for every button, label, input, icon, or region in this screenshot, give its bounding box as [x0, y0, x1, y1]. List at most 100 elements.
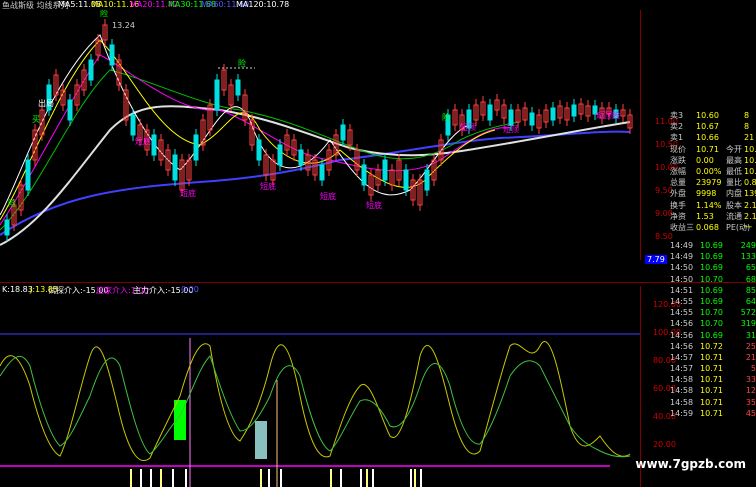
- ma10-line: [0, 39, 496, 221]
- quote-row: 涨幅 0.00% 最低10.6: [670, 166, 756, 177]
- tick-time: 14:59: [670, 408, 694, 418]
- candle-body: [550, 107, 556, 121]
- candle-body: [151, 134, 157, 156]
- signal-bar: [340, 469, 342, 487]
- short-top-label-3: 短顶: [596, 110, 612, 120]
- signal-bar: [160, 469, 162, 487]
- tick-price: 10.69: [700, 252, 723, 262]
- tick-time: 14:55: [670, 296, 694, 306]
- candle-body: [172, 154, 178, 181]
- k-line: [0, 341, 631, 462]
- short-top-label-2: 短顶: [460, 122, 476, 132]
- tick-time: 14:49: [670, 252, 694, 262]
- quote-label: 卖1: [670, 133, 684, 143]
- tick-row[interactable]: 14:49 10.69 133: [670, 251, 756, 262]
- quote-row: 总量 23979 量比 0.8: [670, 177, 756, 188]
- candle-body: [403, 169, 409, 191]
- top-signal-label-3: 险: [612, 110, 620, 120]
- tick-row[interactable]: 14:58 10.71 33: [670, 374, 756, 385]
- signal-bar: [360, 469, 362, 487]
- candlestick-chart[interactable]: 13.24 出局 买 险 险 险 险 险 短底 短底 短底 短底 短底 短顶 短…: [0, 10, 640, 260]
- tick-price: 10.71: [700, 364, 723, 374]
- peak-label: 13.24: [112, 21, 135, 30]
- quote-label: 收益三: [670, 222, 694, 232]
- candle-body: [214, 79, 220, 111]
- ma60-line: [0, 130, 631, 236]
- buy-signal-label: 买: [32, 115, 40, 124]
- candle-body: [277, 144, 283, 166]
- quote-volume: 21: [744, 133, 755, 143]
- tick-price: 10.72: [700, 341, 723, 351]
- bottom-signal-label: 险: [8, 198, 16, 208]
- tick-time: 14:56: [670, 330, 694, 340]
- quote-extra-label: 股本: [726, 200, 742, 210]
- quote-label: 卖2: [670, 122, 684, 132]
- indicator-chart[interactable]: [0, 286, 640, 487]
- quote-label: 净资: [670, 211, 686, 221]
- tick-volume: 12: [745, 386, 756, 396]
- signal-bar: [268, 469, 270, 487]
- quote-row: 换手 1.14% 股本2.10: [670, 200, 756, 211]
- tick-volume: 21: [745, 352, 756, 362]
- tick-row[interactable]: 14:56 10.72 25: [670, 341, 756, 352]
- tick-time: 14:57: [670, 352, 694, 362]
- candle-body: [256, 139, 262, 161]
- tick-price: 10.69: [700, 263, 723, 273]
- tick-price: 10.70: [700, 308, 723, 318]
- tick-time: 14:50: [670, 263, 694, 273]
- tick-price: 10.71: [700, 408, 723, 418]
- tick-row[interactable]: 14:58 10.71 35: [670, 397, 756, 408]
- tick-volume: 572: [740, 308, 756, 318]
- tick-row[interactable]: 14:50 10.70 68: [670, 274, 756, 285]
- quote-value: 0.068: [696, 222, 719, 232]
- tick-row[interactable]: 14:59 10.71 45: [670, 408, 756, 419]
- quote-label: 外盘: [670, 189, 686, 199]
- signal-bar: [130, 469, 132, 487]
- candle-body: [4, 219, 10, 236]
- tick-row[interactable]: 14:58 10.71 12: [670, 385, 756, 396]
- tick-price: 10.71: [700, 386, 723, 396]
- ind-tick-20: 20.00: [653, 440, 676, 449]
- tick-price: 10.69: [700, 330, 723, 340]
- quote-extra-value: 1398: [744, 189, 756, 199]
- signal-bar: [280, 469, 282, 487]
- tick-row[interactable]: 14:51 10.69 85: [670, 285, 756, 296]
- quote-row: 卖2 10.67 8: [670, 121, 756, 132]
- quote-extra-label: 流通: [726, 211, 742, 221]
- tick-row[interactable]: 14:56 10.69 31: [670, 330, 756, 341]
- candle-body: [340, 124, 346, 141]
- tick-row[interactable]: 14:55 10.69 64: [670, 296, 756, 307]
- tick-row[interactable]: 14:57 10.71 21: [670, 352, 756, 363]
- tick-row[interactable]: 14:49 10.69 249: [670, 240, 756, 251]
- tick-row[interactable]: 14:56 10.70 319: [670, 318, 756, 329]
- quote-extra-label: 最低: [726, 166, 742, 176]
- quote-row: 收益三 0.068 PE(动) 一: [670, 222, 756, 233]
- tick-volume: 31: [745, 330, 756, 340]
- quote-extra-label: 内盘: [726, 189, 742, 199]
- main-force-bar: [255, 421, 267, 459]
- hold-signal-label: 险: [442, 112, 450, 122]
- tick-row[interactable]: 14:55 10.70 572: [670, 307, 756, 318]
- signal-bar: [410, 469, 412, 487]
- tick-row[interactable]: 14:57 10.71 5: [670, 363, 756, 374]
- candle-body: [319, 164, 325, 181]
- ma-legend-bar: 鱼战斯级 均线系列 MA5:11.08 MA10:11.16 MA20:11.4…: [0, 0, 640, 10]
- tick-row[interactable]: 14:50 10.69 65: [670, 262, 756, 273]
- quote-row: 涨跌 0.00 最高10.8: [670, 155, 756, 166]
- candle-body: [67, 99, 73, 121]
- signal-bar: [420, 469, 422, 487]
- top-signal-label: 险: [100, 10, 108, 18]
- ma120-label: MA120:10.78: [236, 0, 290, 9]
- quote-value: 9998: [696, 189, 717, 199]
- tick-volume: 45: [745, 408, 756, 418]
- tick-price: 10.71: [700, 397, 723, 407]
- quote-row: 净资 1.53 流通2.10: [670, 211, 756, 222]
- tick-time: 14:49: [670, 241, 694, 250]
- quote-value: 10.67: [696, 122, 719, 132]
- tick-time: 14:50: [670, 274, 694, 284]
- quote-extra-value: 10.8: [744, 155, 756, 165]
- current-price-marker: 7.79: [645, 255, 667, 264]
- signal-bar: [150, 469, 152, 487]
- signal-bar: [172, 469, 174, 487]
- tick-list[interactable]: 14:49 10.69 249 14:49 10.69 133 14:50 10.69 65 14…: [670, 240, 756, 419]
